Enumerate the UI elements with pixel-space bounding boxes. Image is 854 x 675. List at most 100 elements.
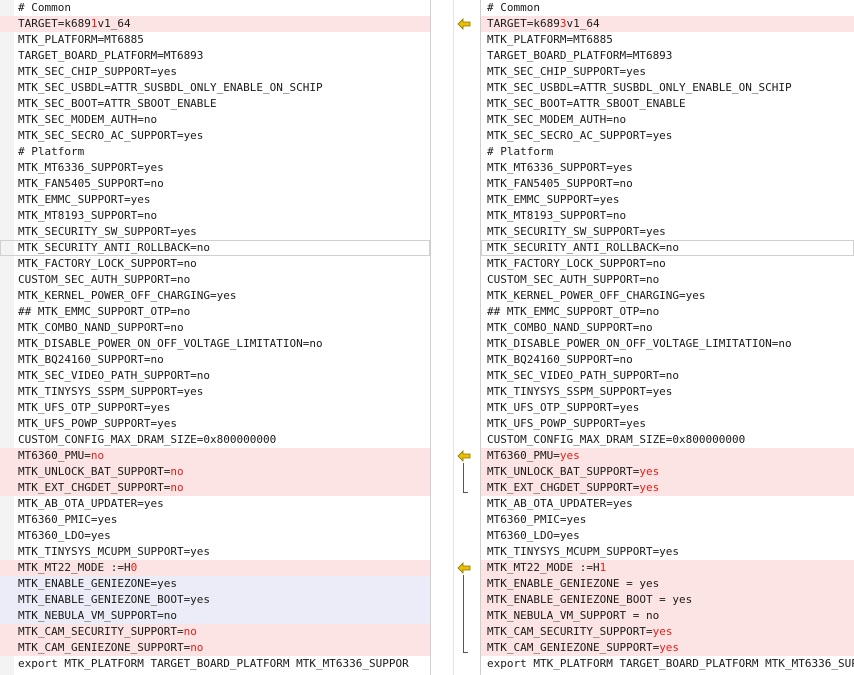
left-code-line[interactable]: MTK_MT22_MODE :=H0	[0, 560, 430, 576]
left-code-line[interactable]: # Common	[0, 0, 430, 16]
diff-highlight-text: no	[183, 625, 197, 638]
code-segment: MTK_SECURITY_ANTI_ROLLBACK=no	[18, 241, 211, 254]
left-code-line[interactable]: MTK_FAN5405_SUPPORT=no	[0, 176, 430, 192]
left-code-line[interactable]: TARGET_BOARD_PLATFORM=MT6893	[0, 48, 430, 64]
right-file-pane[interactable]: # Common TARGET=k6893v1_64 MTK_PLATFORM=MT…	[481, 0, 854, 675]
left-code-line[interactable]: MTK_MT8193_SUPPORT=no	[0, 208, 430, 224]
right-code-line[interactable]: MTK_AB_OTA_UPDATER=yes	[481, 496, 854, 512]
left-code-line[interactable]: MTK_SEC_MODEM_AUTH=no	[0, 112, 430, 128]
left-code-line[interactable]: MTK_ENABLE_GENIEZONE_BOOT=yes	[0, 592, 430, 608]
right-code-line[interactable]: MTK_TINYSYS_SSPM_SUPPORT=yes	[481, 384, 854, 400]
right-code-line[interactable]: MTK_SEC_SECRO_AC_SUPPORT=yes	[481, 128, 854, 144]
left-code-line[interactable]: MTK_UFS_OTP_SUPPORT=yes	[0, 400, 430, 416]
right-code-line[interactable]: MTK_SEC_BOOT=ATTR_SBOOT_ENABLE	[481, 96, 854, 112]
left-code-line[interactable]: export MTK_PLATFORM TARGET_BOARD_PLATFOR…	[0, 656, 430, 672]
left-code-line[interactable]: MTK_EXT_CHGDET_SUPPORT=no	[0, 480, 430, 496]
diff-highlight-text: 1	[599, 561, 607, 574]
left-file-pane[interactable]: # Common TARGET=k6891v1_64 MTK_PLATFORM=MT…	[0, 0, 430, 675]
left-code-line[interactable]: MTK_COMBO_NAND_SUPPORT=no	[0, 320, 430, 336]
right-code-line[interactable]: MTK_ENABLE_GENIEZONE = yes	[481, 576, 854, 592]
right-code-line[interactable]: export MTK_PLATFORM TARGET_BOARD_PLATFOR…	[481, 656, 854, 672]
left-code-line[interactable]: MTK_BQ24160_SUPPORT=no	[0, 352, 430, 368]
right-code-line[interactable]: MTK_CAM_SECURITY_SUPPORT=yes	[481, 624, 854, 640]
code-text: CUSTOM_CONFIG_MAX_DRAM_SIZE=0x800000000	[18, 432, 276, 448]
left-code-line[interactable]: CUSTOM_CONFIG_MAX_DRAM_SIZE=0x800000000	[0, 432, 430, 448]
code-text: MTK_UNLOCK_BAT_SUPPORT=yes	[487, 464, 659, 480]
right-code-line[interactable]: MTK_SEC_VIDEO_PATH_SUPPORT=no	[481, 368, 854, 384]
right-code-line[interactable]: MTK_SEC_MODEM_AUTH=no	[481, 112, 854, 128]
code-segment: MTK_NEBULA_VM_SUPPORT = no	[487, 609, 660, 622]
right-code-line[interactable]: TARGET_BOARD_PLATFORM=MT6893	[481, 48, 854, 64]
right-code-line[interactable]: MTK_PLATFORM=MT6885	[481, 32, 854, 48]
left-code-line[interactable]: MTK_SEC_CHIP_SUPPORT=yes	[0, 64, 430, 80]
left-code-line[interactable]: MTK_UFS_POWP_SUPPORT=yes	[0, 416, 430, 432]
right-code-line[interactable]: MTK_SECURITY_ANTI_ROLLBACK=no	[481, 240, 854, 256]
code-text: MTK_UFS_OTP_SUPPORT=yes	[487, 400, 639, 416]
left-code-line[interactable]: MTK_PLATFORM=MT6885	[0, 32, 430, 48]
left-code-line[interactable]: MTK_SEC_BOOT=ATTR_SBOOT_ENABLE	[0, 96, 430, 112]
left-code-line[interactable]: MTK_SEC_USBDL=ATTR_SUSBDL_ONLY_ENABLE_ON…	[0, 80, 430, 96]
left-code-line[interactable]: MTK_SEC_VIDEO_PATH_SUPPORT=no	[0, 368, 430, 384]
right-code-line[interactable]: MTK_FACTORY_LOCK_SUPPORT=no	[481, 256, 854, 272]
right-code-line[interactable]: MTK_SEC_USBDL=ATTR_SUSBDL_ONLY_ENABLE_ON…	[481, 80, 854, 96]
right-code-line[interactable]: ## MTK_EMMC_SUPPORT_OTP=no	[481, 304, 854, 320]
copy-left-arrow-icon[interactable]	[457, 562, 471, 574]
right-code-line[interactable]: MTK_CAM_GENIEZONE_SUPPORT=yes	[481, 640, 854, 656]
left-code-line[interactable]: MTK_UNLOCK_BAT_SUPPORT=no	[0, 464, 430, 480]
right-code-line[interactable]: MTK_MT8193_SUPPORT=no	[481, 208, 854, 224]
right-code-line[interactable]: MTK_SECURITY_SW_SUPPORT=yes	[481, 224, 854, 240]
right-code-line[interactable]: MT6360_LDO=yes	[481, 528, 854, 544]
left-code-line[interactable]: MTK_NEBULA_VM_SUPPORT=no	[0, 608, 430, 624]
left-code-line[interactable]: MTK_TINYSYS_MCUPM_SUPPORT=yes	[0, 544, 430, 560]
left-code-line[interactable]: MTK_ENABLE_GENIEZONE=yes	[0, 576, 430, 592]
left-code-line[interactable]: MTK_EMMC_SUPPORT=yes	[0, 192, 430, 208]
left-code-line[interactable]: MT6360_LDO=yes	[0, 528, 430, 544]
right-code-line[interactable]: MT6360_PMIC=yes	[481, 512, 854, 528]
right-code-line[interactable]: MTK_NEBULA_VM_SUPPORT = no	[481, 608, 854, 624]
left-code-line[interactable]: MTK_FACTORY_LOCK_SUPPORT=no	[0, 256, 430, 272]
left-code-line[interactable]: MT6360_PMIC=yes	[0, 512, 430, 528]
left-code-line[interactable]: CUSTOM_SEC_AUTH_SUPPORT=no	[0, 272, 430, 288]
right-code-line[interactable]: MTK_FAN5405_SUPPORT=no	[481, 176, 854, 192]
left-code-line[interactable]: MTK_TINYSYS_SSPM_SUPPORT=yes	[0, 384, 430, 400]
left-code-line[interactable]: MTK_AB_OTA_UPDATER=yes	[0, 496, 430, 512]
right-code-line[interactable]: MTK_DISABLE_POWER_ON_OFF_VOLTAGE_LIMITAT…	[481, 336, 854, 352]
code-text: MTK_SEC_MODEM_AUTH=no	[487, 112, 626, 128]
right-code-line[interactable]: MTK_UFS_OTP_SUPPORT=yes	[481, 400, 854, 416]
right-code-line[interactable]: MTK_EMMC_SUPPORT=yes	[481, 192, 854, 208]
right-code-line[interactable]: MTK_TINYSYS_MCUPM_SUPPORT=yes	[481, 544, 854, 560]
left-code-line[interactable]: MTK_CAM_GENIEZONE_SUPPORT=no	[0, 640, 430, 656]
left-code-line[interactable]: MTK_DISABLE_POWER_ON_OFF_VOLTAGE_LIMITAT…	[0, 336, 430, 352]
left-code-line[interactable]: TARGET=k6891v1_64	[0, 16, 430, 32]
right-code-line[interactable]: # Common	[481, 0, 854, 16]
left-code-line[interactable]: # Platform	[0, 144, 430, 160]
right-code-line[interactable]: MTK_UFS_POWP_SUPPORT=yes	[481, 416, 854, 432]
right-code-line[interactable]: CUSTOM_SEC_AUTH_SUPPORT=no	[481, 272, 854, 288]
right-code-line[interactable]: MTK_COMBO_NAND_SUPPORT=no	[481, 320, 854, 336]
right-code-line[interactable]: MTK_KERNEL_POWER_OFF_CHARGING=yes	[481, 288, 854, 304]
left-code-line[interactable]: MT6360_PMU=no	[0, 448, 430, 464]
code-segment: MTK_SEC_BOOT=ATTR_SBOOT_ENABLE	[487, 97, 686, 110]
code-text: MTK_TINYSYS_SSPM_SUPPORT=yes	[487, 384, 672, 400]
right-code-line[interactable]: # Platform	[481, 144, 854, 160]
right-code-line[interactable]: MTK_MT22_MODE :=H1	[481, 560, 854, 576]
right-code-line[interactable]: TARGET=k6893v1_64	[481, 16, 854, 32]
left-code-line[interactable]: MTK_KERNEL_POWER_OFF_CHARGING=yes	[0, 288, 430, 304]
right-code-line[interactable]: MTK_UNLOCK_BAT_SUPPORT=yes	[481, 464, 854, 480]
right-code-line[interactable]: CUSTOM_CONFIG_MAX_DRAM_SIZE=0x800000000	[481, 432, 854, 448]
right-code-line[interactable]: MTK_MT6336_SUPPORT=yes	[481, 160, 854, 176]
right-code-line[interactable]: MTK_BQ24160_SUPPORT=no	[481, 352, 854, 368]
left-code-line[interactable]: MTK_MT6336_SUPPORT=yes	[0, 160, 430, 176]
left-code-line[interactable]: MTK_SECURITY_ANTI_ROLLBACK=no	[0, 240, 430, 256]
copy-left-arrow-icon[interactable]	[457, 18, 471, 30]
left-code-line[interactable]: MTK_CAM_SECURITY_SUPPORT=no	[0, 624, 430, 640]
code-segment: MTK_DISABLE_POWER_ON_OFF_VOLTAGE_LIMITAT…	[487, 337, 792, 350]
right-code-line[interactable]: MTK_EXT_CHGDET_SUPPORT=yes	[481, 480, 854, 496]
left-code-line[interactable]: MTK_SEC_SECRO_AC_SUPPORT=yes	[0, 128, 430, 144]
copy-left-arrow-icon[interactable]	[457, 450, 471, 462]
right-code-line[interactable]: MT6360_PMU=yes	[481, 448, 854, 464]
left-code-line[interactable]: ## MTK_EMMC_SUPPORT_OTP=no	[0, 304, 430, 320]
right-code-line[interactable]: MTK_ENABLE_GENIEZONE_BOOT = yes	[481, 592, 854, 608]
right-code-line[interactable]: MTK_SEC_CHIP_SUPPORT=yes	[481, 64, 854, 80]
left-code-line[interactable]: MTK_SECURITY_SW_SUPPORT=yes	[0, 224, 430, 240]
